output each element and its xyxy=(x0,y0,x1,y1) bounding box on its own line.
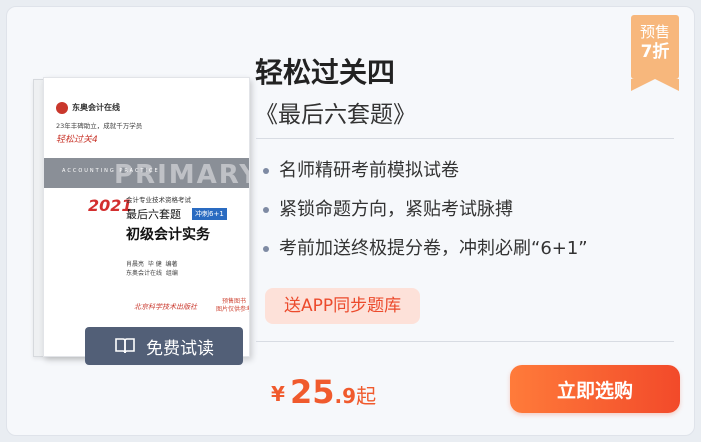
feature-list: 名师精研考前模拟试卷 紧锁命题方向，紧贴考试脉搏 考前加送终极提分卷，冲刺必刷“… xyxy=(263,159,588,276)
presale-label: 预售 xyxy=(639,23,670,41)
cover-band: ACCOUNTING PRACTICE PRIMARY xyxy=(44,158,250,190)
divider-top xyxy=(256,138,674,139)
feature-item: 紧锁命题方向，紧贴考试脉搏 xyxy=(263,198,588,237)
price-decimal: .9 xyxy=(334,384,357,408)
promo-tag: 送APP同步题库 xyxy=(265,288,421,324)
cover-brand: 东奥会计在线 xyxy=(72,103,120,112)
free-trial-label: 免费试读 xyxy=(146,338,214,359)
product-card: 预售 7折 东奥会计在线 23年丰碑助立，成就千万学员 轻松过关4 ACCOUN… xyxy=(6,6,695,436)
price-currency: ¥ xyxy=(271,382,285,406)
presale-badge: 预售 7折 xyxy=(631,15,679,91)
cover-subject: 初级会计实务 xyxy=(126,227,210,243)
product-subtitle: 《最后六套题》 xyxy=(255,102,416,128)
cover-slogan: 23年丰碑助立，成就千万学员 xyxy=(56,122,143,130)
cover-series: 会计专业技术资格考试 xyxy=(126,196,191,204)
book-cover: 东奥会计在线 23年丰碑助立，成就千万学员 轻松过关4 ACCOUNTING P… xyxy=(43,77,250,357)
cover-chip: 冲刺6+1 xyxy=(192,208,227,220)
buy-now-button[interactable]: 立即选购 xyxy=(510,365,680,413)
cover-title: 最后六套题 xyxy=(126,208,181,221)
feature-item: 名师精研考前模拟试卷 xyxy=(263,159,588,198)
cover-authors: 肖晨亮 毕 健 编著 东奥会计在线 组编 xyxy=(126,261,178,277)
price: ¥ 25.9起 xyxy=(271,373,376,411)
brand-logo-icon xyxy=(56,102,68,114)
cover-publisher: 北京科学技术出版社 xyxy=(134,303,197,311)
product-title: 轻松过关四 xyxy=(255,56,396,89)
free-trial-button[interactable]: 免费试读 xyxy=(85,327,243,365)
book-open-icon xyxy=(115,338,135,354)
cover-signature: 轻松过关4 xyxy=(56,135,98,145)
divider-bottom xyxy=(256,341,674,342)
price-suffix: 起 xyxy=(356,384,377,408)
cover-band-big: PRIMARY xyxy=(114,160,250,190)
feature-item: 考前加送终极提分卷，冲刺必刷“6+1” xyxy=(263,237,588,276)
discount-label: 7折 xyxy=(640,42,670,62)
price-integer: 25 xyxy=(290,373,335,411)
cover-presale-seal: 预售图书 图片仅供参考 xyxy=(216,298,250,313)
